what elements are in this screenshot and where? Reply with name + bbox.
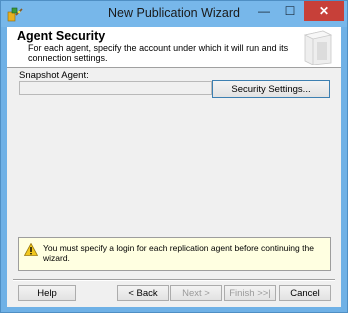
finish-button[interactable]: Finish >>| — [224, 285, 276, 301]
maximize-button[interactable]: ☐ — [277, 1, 303, 21]
warning-icon — [23, 242, 39, 256]
title-bar[interactable]: New Publication Wizard — ☐ ✕ — [1, 1, 347, 27]
wizard-window: New Publication Wizard — ☐ ✕ Agent Secur… — [0, 0, 348, 313]
warning-text: You must specify a login for each replic… — [43, 243, 314, 263]
help-button[interactable]: Help — [18, 285, 76, 301]
close-button[interactable]: ✕ — [304, 1, 344, 21]
page-description: For each agent, specify the account unde… — [28, 43, 289, 63]
next-button[interactable]: Next > — [170, 285, 222, 301]
warning-message-box: You must specify a login for each replic… — [18, 237, 331, 271]
wizard-body: Agent Security For each agent, specify t… — [7, 27, 341, 307]
page-header: Agent Security For each agent, specify t… — [7, 27, 341, 68]
back-button[interactable]: < Back — [117, 285, 169, 301]
page-title: Agent Security — [17, 29, 106, 43]
snapshot-agent-field[interactable] — [19, 81, 212, 95]
footer-divider — [13, 279, 335, 281]
snapshot-agent-label: Snapshot Agent: — [19, 70, 89, 81]
cancel-button[interactable]: Cancel — [279, 285, 331, 301]
security-settings-button[interactable]: Security Settings... — [212, 80, 330, 98]
minimize-button[interactable]: — — [251, 1, 277, 21]
server-image-icon — [297, 29, 337, 66]
